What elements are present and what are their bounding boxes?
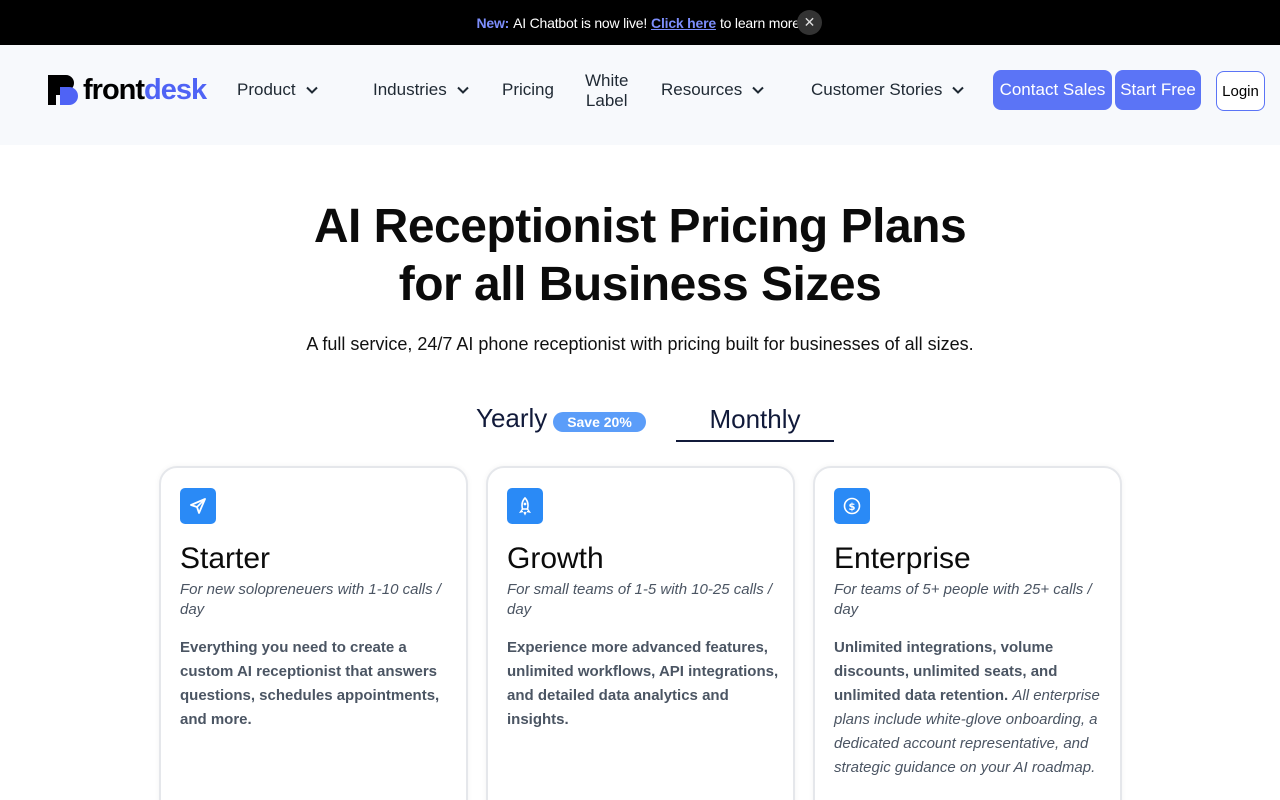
nav-white-label-line1: White — [585, 71, 629, 90]
chevron-down-icon — [305, 86, 318, 94]
chevron-down-icon — [456, 86, 469, 94]
plan-description: Experience more advanced features, unlim… — [507, 639, 779, 728]
announcement-new-label: New: — [476, 14, 510, 31]
nav-customer-stories-label: Customer Stories — [811, 80, 943, 99]
logo-mark-icon — [48, 75, 78, 105]
nav-resources[interactable]: Resources — [661, 80, 764, 100]
start-free-button[interactable]: Start Free — [1115, 70, 1201, 110]
svg-text:$: $ — [849, 502, 856, 513]
plan-card-starter: Starter For new solopreneuers with 1-10 … — [159, 466, 468, 800]
nav-product[interactable]: Product — [237, 80, 318, 100]
nav-pricing-label: Pricing — [502, 80, 554, 99]
page-title-line1: AI Receptionist Pricing Plans — [313, 200, 967, 253]
announcement-link[interactable]: Click here — [651, 15, 716, 31]
nav-product-label: Product — [237, 80, 296, 99]
announcement-after: to learn more. — [719, 14, 804, 31]
announcement-message: AI Chatbot is now live! — [513, 14, 648, 31]
nav-resources-label: Resources — [661, 80, 743, 99]
nav-pricing[interactable]: Pricing — [502, 80, 554, 100]
logo-wordmark: frontdesk — [83, 73, 207, 106]
nav-industries[interactable]: Industries — [373, 80, 469, 100]
chevron-down-icon — [752, 86, 764, 94]
logo[interactable]: frontdesk — [46, 73, 207, 107]
plan-card-growth: Growth For small teams of 1-5 with 10-25… — [486, 466, 795, 800]
dollar-coin-icon: $ — [834, 488, 870, 524]
page-title: AI Receptionist Pricing Plans for all Bu… — [0, 198, 1280, 314]
billing-yearly-tab[interactable]: Yearly — [476, 403, 547, 434]
nav-customer-stories[interactable]: Customer Stories — [811, 80, 965, 100]
plan-name: Enterprise — [834, 542, 971, 575]
plan-card-enterprise: $ Enterprise For teams of 5+ people with… — [813, 466, 1122, 800]
close-icon[interactable]: ✕ — [797, 10, 822, 35]
plan-name: Starter — [180, 542, 271, 575]
billing-monthly-tab[interactable]: Monthly — [676, 404, 834, 442]
nav-industries-label: Industries — [373, 80, 447, 99]
plan-audience: For new solopreneuers with 1-10 calls / … — [180, 581, 441, 618]
plan-description: Everything you need to create a custom A… — [180, 639, 440, 728]
nav-white-label-line2: Label — [585, 91, 628, 110]
announcement-text: New: AI Chatbot is now live! Click here … — [476, 15, 803, 31]
rocket-icon — [507, 488, 543, 524]
plan-audience: For small teams of 1-5 with 10-25 calls … — [507, 581, 773, 618]
announcement-bar: New: AI Chatbot is now live! Click here … — [0, 0, 1280, 45]
page-subtitle: A full service, 24/7 AI phone receptioni… — [306, 334, 974, 354]
save-badge: Save 20% — [553, 412, 646, 432]
login-button[interactable]: Login — [1216, 71, 1265, 111]
nav-white-label[interactable]: White Label — [585, 71, 628, 111]
plan-description: Unlimited integrations, volume discounts… — [834, 639, 1100, 776]
plan-name: Growth — [507, 542, 604, 575]
contact-sales-button[interactable]: Contact Sales — [993, 70, 1112, 110]
plan-audience: For teams of 5+ people with 25+ calls / … — [834, 581, 1092, 618]
chevron-down-icon — [952, 86, 965, 94]
page-title-line2: for all Business Sizes — [398, 258, 882, 311]
paper-plane-icon — [180, 488, 216, 524]
